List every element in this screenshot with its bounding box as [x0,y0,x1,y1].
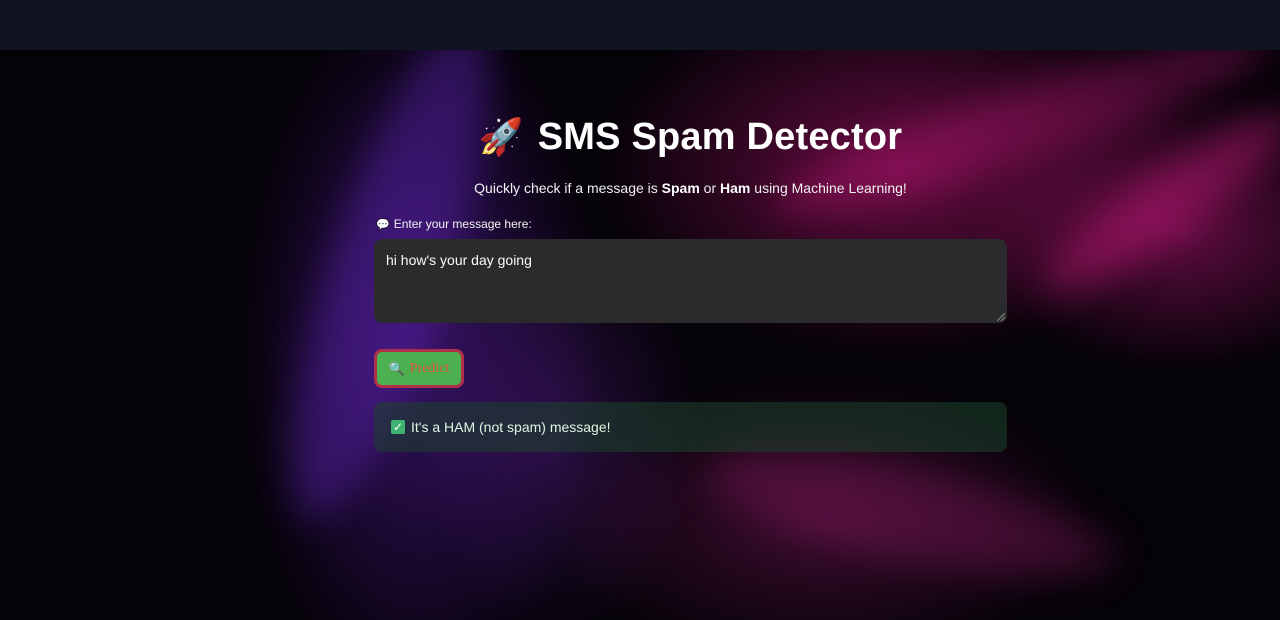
message-input-container [374,239,1007,323]
predict-button-label: Predict [409,360,450,376]
message-input[interactable] [374,239,1007,323]
predict-button[interactable]: 🔍 Predict [374,349,464,388]
subtitle-middle: or [699,180,721,196]
magnifier-icon: 🔍 [388,360,405,376]
subtitle-ham: Ham [720,180,751,196]
message-field-label-text: Enter your message here: [393,217,532,231]
rocket-icon: 🚀 [478,116,524,157]
message-field-label: 💬 Enter your message here: [376,217,532,231]
app-header-bar [0,0,1280,50]
result-text: It's a HAM (not spam) message! [411,419,611,435]
page-title-text: SMS Spam Detector [537,116,903,158]
page-title: 🚀 SMS Spam Detector [374,116,1007,159]
checkmark-icon: ✓ [391,420,405,434]
page-subtitle: Quickly check if a message is Spam or Ha… [374,180,1007,196]
subtitle-suffix: using Machine Learning! [750,180,907,196]
speech-bubble-icon: 💬 [376,219,390,231]
resize-handle-icon[interactable] [997,313,1005,321]
subtitle-spam: Spam [661,180,700,196]
bg-streak [695,427,1125,603]
result-alert: ✓ It's a HAM (not spam) message! [374,402,1007,452]
subtitle-prefix: Quickly check if a message is [474,180,662,196]
